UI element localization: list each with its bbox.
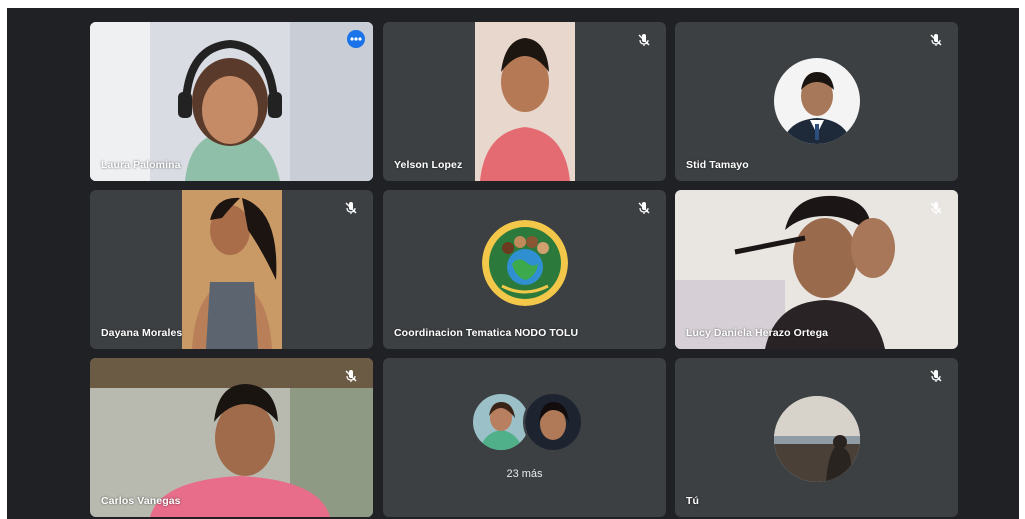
mic-off-icon (928, 200, 944, 216)
participant-tile-coordinacion-tematica[interactable]: Coordinacion Tematica NODO TOLU (383, 190, 666, 349)
participant-name: Dayana Morales (101, 327, 183, 339)
organization-logo (482, 220, 568, 306)
participant-tile-self[interactable]: Tú (675, 358, 958, 517)
mic-off-icon (928, 32, 944, 48)
participant-video (90, 358, 373, 517)
more-options-icon[interactable] (347, 30, 365, 48)
participant-tile-lucy-herazo[interactable]: Lucy Daniela Herazo Ortega (675, 190, 958, 349)
participant-tile-stid-tamayo[interactable]: Stid Tamayo (675, 22, 958, 181)
more-participants-count: 23 más (506, 468, 543, 480)
participant-video (90, 22, 373, 181)
participant-name: Lucy Daniela Herazo Ortega (686, 327, 829, 339)
participant-tile-yelson-lopez[interactable]: Yelson Lopez (383, 22, 666, 181)
participant-name: Laura Palomina (101, 159, 181, 171)
more-participants-tile[interactable]: 23 más (383, 358, 666, 517)
participant-video (675, 190, 958, 349)
mic-off-icon (928, 368, 944, 384)
participant-name: Coordinacion Tematica NODO TOLU (394, 327, 579, 339)
participant-tile-dayana-morales[interactable]: Dayana Morales (90, 190, 373, 349)
participant-avatar (523, 392, 583, 452)
participant-tile-carlos-vanegas[interactable]: Carlos Vanegas (90, 358, 373, 517)
participant-name: Carlos Vanegas (101, 495, 181, 507)
mic-off-icon (636, 200, 652, 216)
participant-name: Stid Tamayo (686, 159, 749, 171)
participant-video (182, 190, 282, 349)
mic-off-icon (343, 200, 359, 216)
participant-video (475, 22, 575, 181)
mic-off-icon (343, 368, 359, 384)
participant-avatar (774, 58, 860, 144)
participant-name: Tú (686, 495, 700, 507)
meeting-grid: Laura Palomina Yelson Lopez Stid Tamayo … (7, 8, 1019, 519)
participant-tile-laura-palomina[interactable]: Laura Palomina (90, 22, 373, 181)
participant-avatar (774, 396, 860, 482)
participant-avatar (471, 392, 531, 452)
mic-off-icon (636, 32, 652, 48)
participant-name: Yelson Lopez (394, 159, 463, 171)
